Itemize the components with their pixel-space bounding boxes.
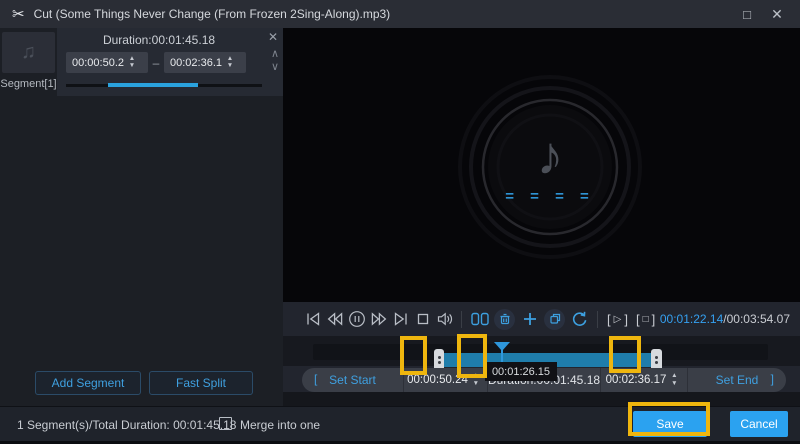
frame-forward-button[interactable] — [368, 307, 390, 331]
music-note-icon: ♪ — [536, 126, 564, 186]
bracket-right: ] — [770, 372, 774, 386]
current-time: 00:01:22.14 — [659, 312, 724, 326]
highlight-trim-end — [609, 336, 641, 373]
bracket-right: ] — [651, 311, 656, 327]
preview-segment-button[interactable]: [▷] — [607, 312, 628, 327]
split-clip-button[interactable] — [467, 307, 492, 331]
pause-button[interactable] — [346, 307, 368, 331]
segment-thumbnail[interactable]: ♫ — [2, 32, 55, 73]
chevron-down-icon[interactable]: ∨ — [271, 62, 279, 73]
equalizer-bars-icon: = = = = — [505, 188, 595, 205]
segment-end-input[interactable] — [164, 56, 222, 69]
segment-end-spinner[interactable]: ▲ ▼ — [222, 55, 238, 70]
total-time: /00:03:54.07 — [723, 312, 790, 326]
skip-end-button[interactable] — [390, 307, 412, 331]
spinner-down-icon[interactable]: ▼ — [671, 380, 677, 388]
highlight-playhead — [457, 334, 487, 378]
set-start-section: [ Set Start — [302, 368, 403, 392]
bracket-right: ] — [624, 311, 628, 327]
segment-start-field[interactable]: ▲ ▼ — [66, 52, 148, 73]
highlight-save-button — [628, 402, 710, 436]
segment-duration-label: Duration:00:01:45.18 — [102, 33, 216, 47]
timeline-track[interactable] — [313, 342, 768, 371]
bracket-left: [ — [607, 311, 611, 327]
scissors-icon: ✂ — [12, 5, 25, 23]
cancel-button[interactable]: Cancel — [730, 411, 788, 437]
set-start-button[interactable]: Set Start — [329, 373, 376, 387]
fast-split-button[interactable]: Fast Split — [149, 371, 253, 395]
audio-preview-area: ♪ = = = = — [283, 28, 800, 302]
playhead-marker[interactable] — [494, 342, 510, 351]
stop-icon: □ — [642, 313, 649, 325]
segment-mini-range — [108, 83, 198, 87]
rewind-button[interactable] — [324, 307, 346, 331]
stop-button[interactable] — [412, 307, 434, 331]
bracket-left: [ — [314, 372, 318, 386]
music-note-icon: ♫ — [21, 41, 36, 63]
segments-summary: 1 Segment(s)/Total Duration: 00:01:45.18 — [17, 418, 237, 432]
end-time-value[interactable]: 00:02:36.17 — [606, 374, 667, 386]
highlight-trim-start — [400, 336, 427, 375]
merge-checkbox-label[interactable]: Merge into one — [240, 418, 320, 432]
divider — [461, 310, 462, 328]
time-display: 00:01:22.14/00:03:54.07 — [660, 312, 800, 326]
range-dash: – — [152, 55, 160, 70]
transport-row: [▷] [□] 00:01:22.14/00:03:54.07 — [283, 302, 800, 336]
window-title: Cut (Some Things Never Change (From Froz… — [33, 7, 391, 21]
spinner-down-icon[interactable]: ▼ — [473, 380, 479, 388]
reset-button[interactable] — [567, 307, 592, 331]
delete-clip-button[interactable] — [492, 307, 517, 331]
spinner-up-icon[interactable]: ▲ — [671, 372, 677, 380]
copy-clip-button[interactable] — [542, 307, 567, 331]
playhead-tooltip: 00:01:26.15 — [485, 362, 557, 381]
close-button[interactable]: ✕ — [762, 1, 792, 27]
segment-list-panel: ♫ Segment[1] Duration:00:01:45.18 ✕ ∧ ∨ … — [0, 28, 283, 406]
segment-end-field[interactable]: ▲ ▼ — [164, 52, 246, 73]
chevron-up-icon[interactable]: ∧ — [271, 49, 279, 60]
set-end-section: Set End ] — [687, 368, 786, 392]
add-segment-button[interactable]: Add Segment — [35, 371, 141, 395]
divider — [597, 310, 598, 328]
spinner-down-icon[interactable]: ▼ — [129, 62, 135, 70]
segment-start-input[interactable] — [66, 56, 124, 69]
segment-editor-card: Duration:00:01:45.18 ✕ ∧ ∨ ▲ ▼ – ▲ ▼ — [57, 28, 283, 96]
volume-button[interactable] — [434, 307, 456, 331]
segment-start-spinner[interactable]: ▲ ▼ — [124, 55, 140, 70]
cut-dialog: ✂ Cut (Some Things Never Change (From Fr… — [0, 0, 800, 444]
end-time-spinner[interactable]: ▲ ▼ — [666, 372, 682, 388]
skip-back-button[interactable] — [302, 307, 324, 331]
stop-segment-button[interactable]: [□] — [636, 312, 655, 327]
spinner-down-icon[interactable]: ▼ — [227, 62, 233, 70]
delete-segment-icon[interactable]: ✕ — [268, 30, 278, 44]
maximize-button[interactable]: □ — [732, 1, 762, 27]
merge-checkbox[interactable] — [219, 417, 232, 430]
controls-bottom-strip — [283, 392, 800, 406]
add-clip-button[interactable] — [517, 307, 542, 331]
player-controls: [▷] [□] 00:01:22.14/00:03:54.07 [ Set St… — [283, 302, 800, 406]
play-icon: ▷ — [613, 313, 622, 325]
title-bar: ✂ Cut (Some Things Never Change (From Fr… — [0, 0, 800, 28]
set-end-button[interactable]: Set End — [716, 373, 759, 387]
bracket-left: [ — [635, 311, 640, 327]
segment-label: Segment[1] — [0, 78, 57, 90]
